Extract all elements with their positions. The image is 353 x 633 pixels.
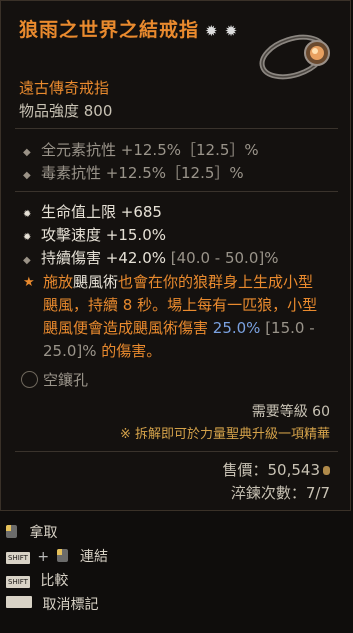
divider	[15, 451, 338, 452]
control-compare[interactable]: SHIFT 比較	[6, 570, 68, 590]
left-mouse-icon	[56, 549, 68, 562]
control-unmark[interactable]: 取消標記	[6, 594, 98, 614]
spacebar-icon	[6, 596, 32, 608]
greater-affix-icon: ✹	[23, 209, 32, 220]
divider	[15, 191, 338, 192]
item-name: 狼雨之世界之結戒指 ✹ ✹	[19, 19, 239, 41]
ancestral-stars-icon: ✹ ✹	[205, 22, 239, 40]
affix-attack-speed: ✹ 攻擊速度 +15.0%	[23, 226, 166, 244]
legendary-star-icon: ★	[23, 275, 35, 290]
control-link[interactable]: SHIFT + 連結	[6, 546, 108, 566]
legendary-power: ★ 施放颶風術也會在你的狼群身上生成小型颶風，持續 8 秒。場上每有一匹狼，小型…	[23, 273, 318, 360]
ring-icon	[259, 34, 330, 80]
shift-key-icon: SHIFT	[6, 552, 30, 564]
item-type: 遠古傳奇戒指	[19, 79, 110, 97]
socket-icon	[21, 371, 38, 388]
affix-max-life: ✹ 生命值上限 +685	[23, 203, 162, 221]
level-requirement: 需要等級 60	[251, 404, 330, 420]
shift-key-icon: SHIFT	[6, 576, 30, 588]
implicit-resist-all: ◆ 全元素抗性 +12.5%［12.5］%	[23, 141, 259, 159]
implicit-resist-poison: ◆ 毒素抗性 +12.5%［12.5］%	[23, 164, 244, 182]
temper-count: 淬鍊次數：7/7	[230, 484, 330, 502]
greater-affix-icon: ✹	[23, 232, 32, 243]
skill-name: 颶風術	[73, 273, 119, 291]
bullet-icon: ◆	[23, 147, 31, 158]
control-pickup[interactable]: 拿取	[6, 522, 57, 542]
divider	[15, 128, 338, 129]
affix-dot-damage: ◆ 持續傷害 +42.0% [40.0 - 50.0]%	[23, 249, 279, 267]
item-power: 物品強度 800	[19, 102, 113, 120]
legendary-value: 25.0%	[212, 319, 261, 337]
item-tooltip: 狼雨之世界之結戒指 ✹ ✹ 遠古傳奇戒指 物品強度 800 ◆ 全元素抗性 +12.…	[0, 0, 351, 511]
salvage-note: ※ 拆解即可於力量聖典升級一項精華	[119, 427, 330, 442]
bullet-icon: ◆	[23, 170, 31, 181]
bullet-icon: ◆	[23, 255, 31, 266]
left-mouse-icon	[6, 525, 17, 538]
empty-socket: 空鑲孔	[21, 369, 88, 390]
gold-coin-icon	[323, 466, 330, 475]
sell-price: 售價：50,543	[223, 459, 330, 480]
